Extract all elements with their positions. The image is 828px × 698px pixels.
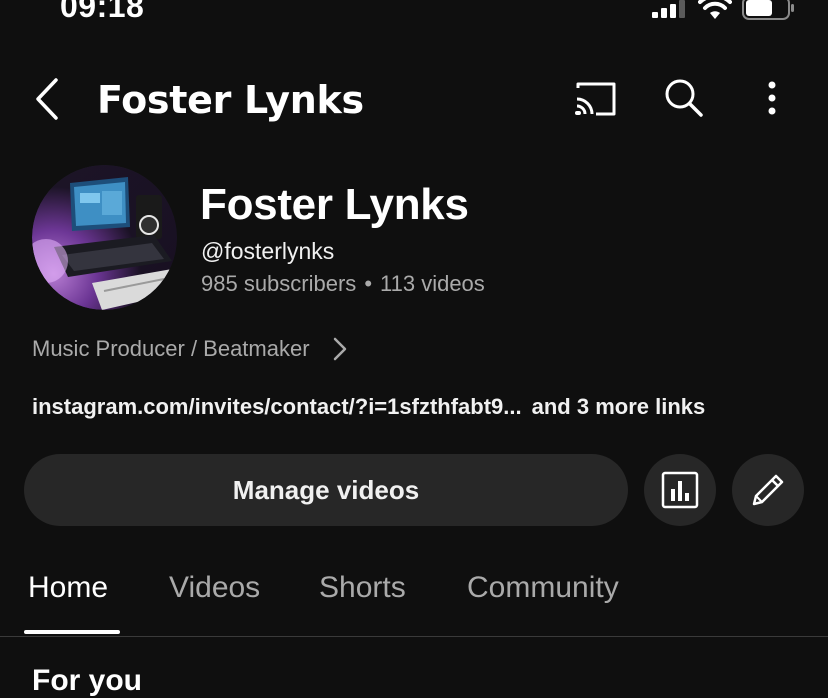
analytics-button[interactable] bbox=[644, 454, 716, 526]
more-vertical-icon[interactable] bbox=[760, 78, 784, 118]
pencil-icon bbox=[752, 474, 784, 506]
status-time: 09:18 bbox=[60, 0, 145, 24]
page-title: Foster Lynks bbox=[97, 78, 364, 122]
battery-icon bbox=[742, 0, 794, 20]
analytics-icon bbox=[661, 471, 699, 509]
cellular-signal-icon bbox=[652, 0, 685, 18]
cast-icon[interactable] bbox=[574, 80, 618, 118]
channel-description: Music Producer / Beatmaker bbox=[32, 336, 310, 361]
tab-community[interactable]: Community bbox=[467, 571, 619, 605]
tab-home[interactable]: Home bbox=[28, 571, 108, 605]
section-heading: For you bbox=[32, 664, 142, 697]
wifi-icon bbox=[698, 0, 732, 19]
channel-links: instagram.com/invites/contact/?i=1sfzthf… bbox=[32, 394, 705, 420]
back-button[interactable] bbox=[30, 76, 64, 122]
tabs-divider bbox=[0, 636, 828, 637]
channel-link[interactable]: instagram.com/invites/contact/?i=1sfzthf… bbox=[32, 394, 522, 419]
tab-videos[interactable]: Videos bbox=[169, 571, 260, 605]
stats-separator: • bbox=[364, 271, 373, 296]
channel-handle: @fosterlynks bbox=[201, 238, 335, 264]
manage-videos-button[interactable]: Manage videos bbox=[24, 454, 628, 526]
chevron-right-icon bbox=[333, 337, 346, 361]
video-count: 113 videos bbox=[380, 271, 485, 296]
tab-shorts[interactable]: Shorts bbox=[319, 571, 406, 605]
edit-channel-button[interactable] bbox=[732, 454, 804, 526]
active-tab-indicator bbox=[24, 630, 120, 634]
more-links-button[interactable]: and 3 more links bbox=[532, 394, 706, 419]
channel-name: Foster Lynks bbox=[200, 180, 469, 229]
channel-description-button[interactable]: Music Producer / Beatmaker bbox=[32, 334, 348, 364]
channel-stats: 985 subscribers • 113 videos bbox=[201, 271, 485, 297]
subscriber-count: 985 subscribers bbox=[201, 271, 357, 296]
manage-videos-label: Manage videos bbox=[232, 474, 420, 505]
search-icon[interactable] bbox=[664, 78, 704, 118]
channel-avatar[interactable] bbox=[32, 165, 177, 310]
